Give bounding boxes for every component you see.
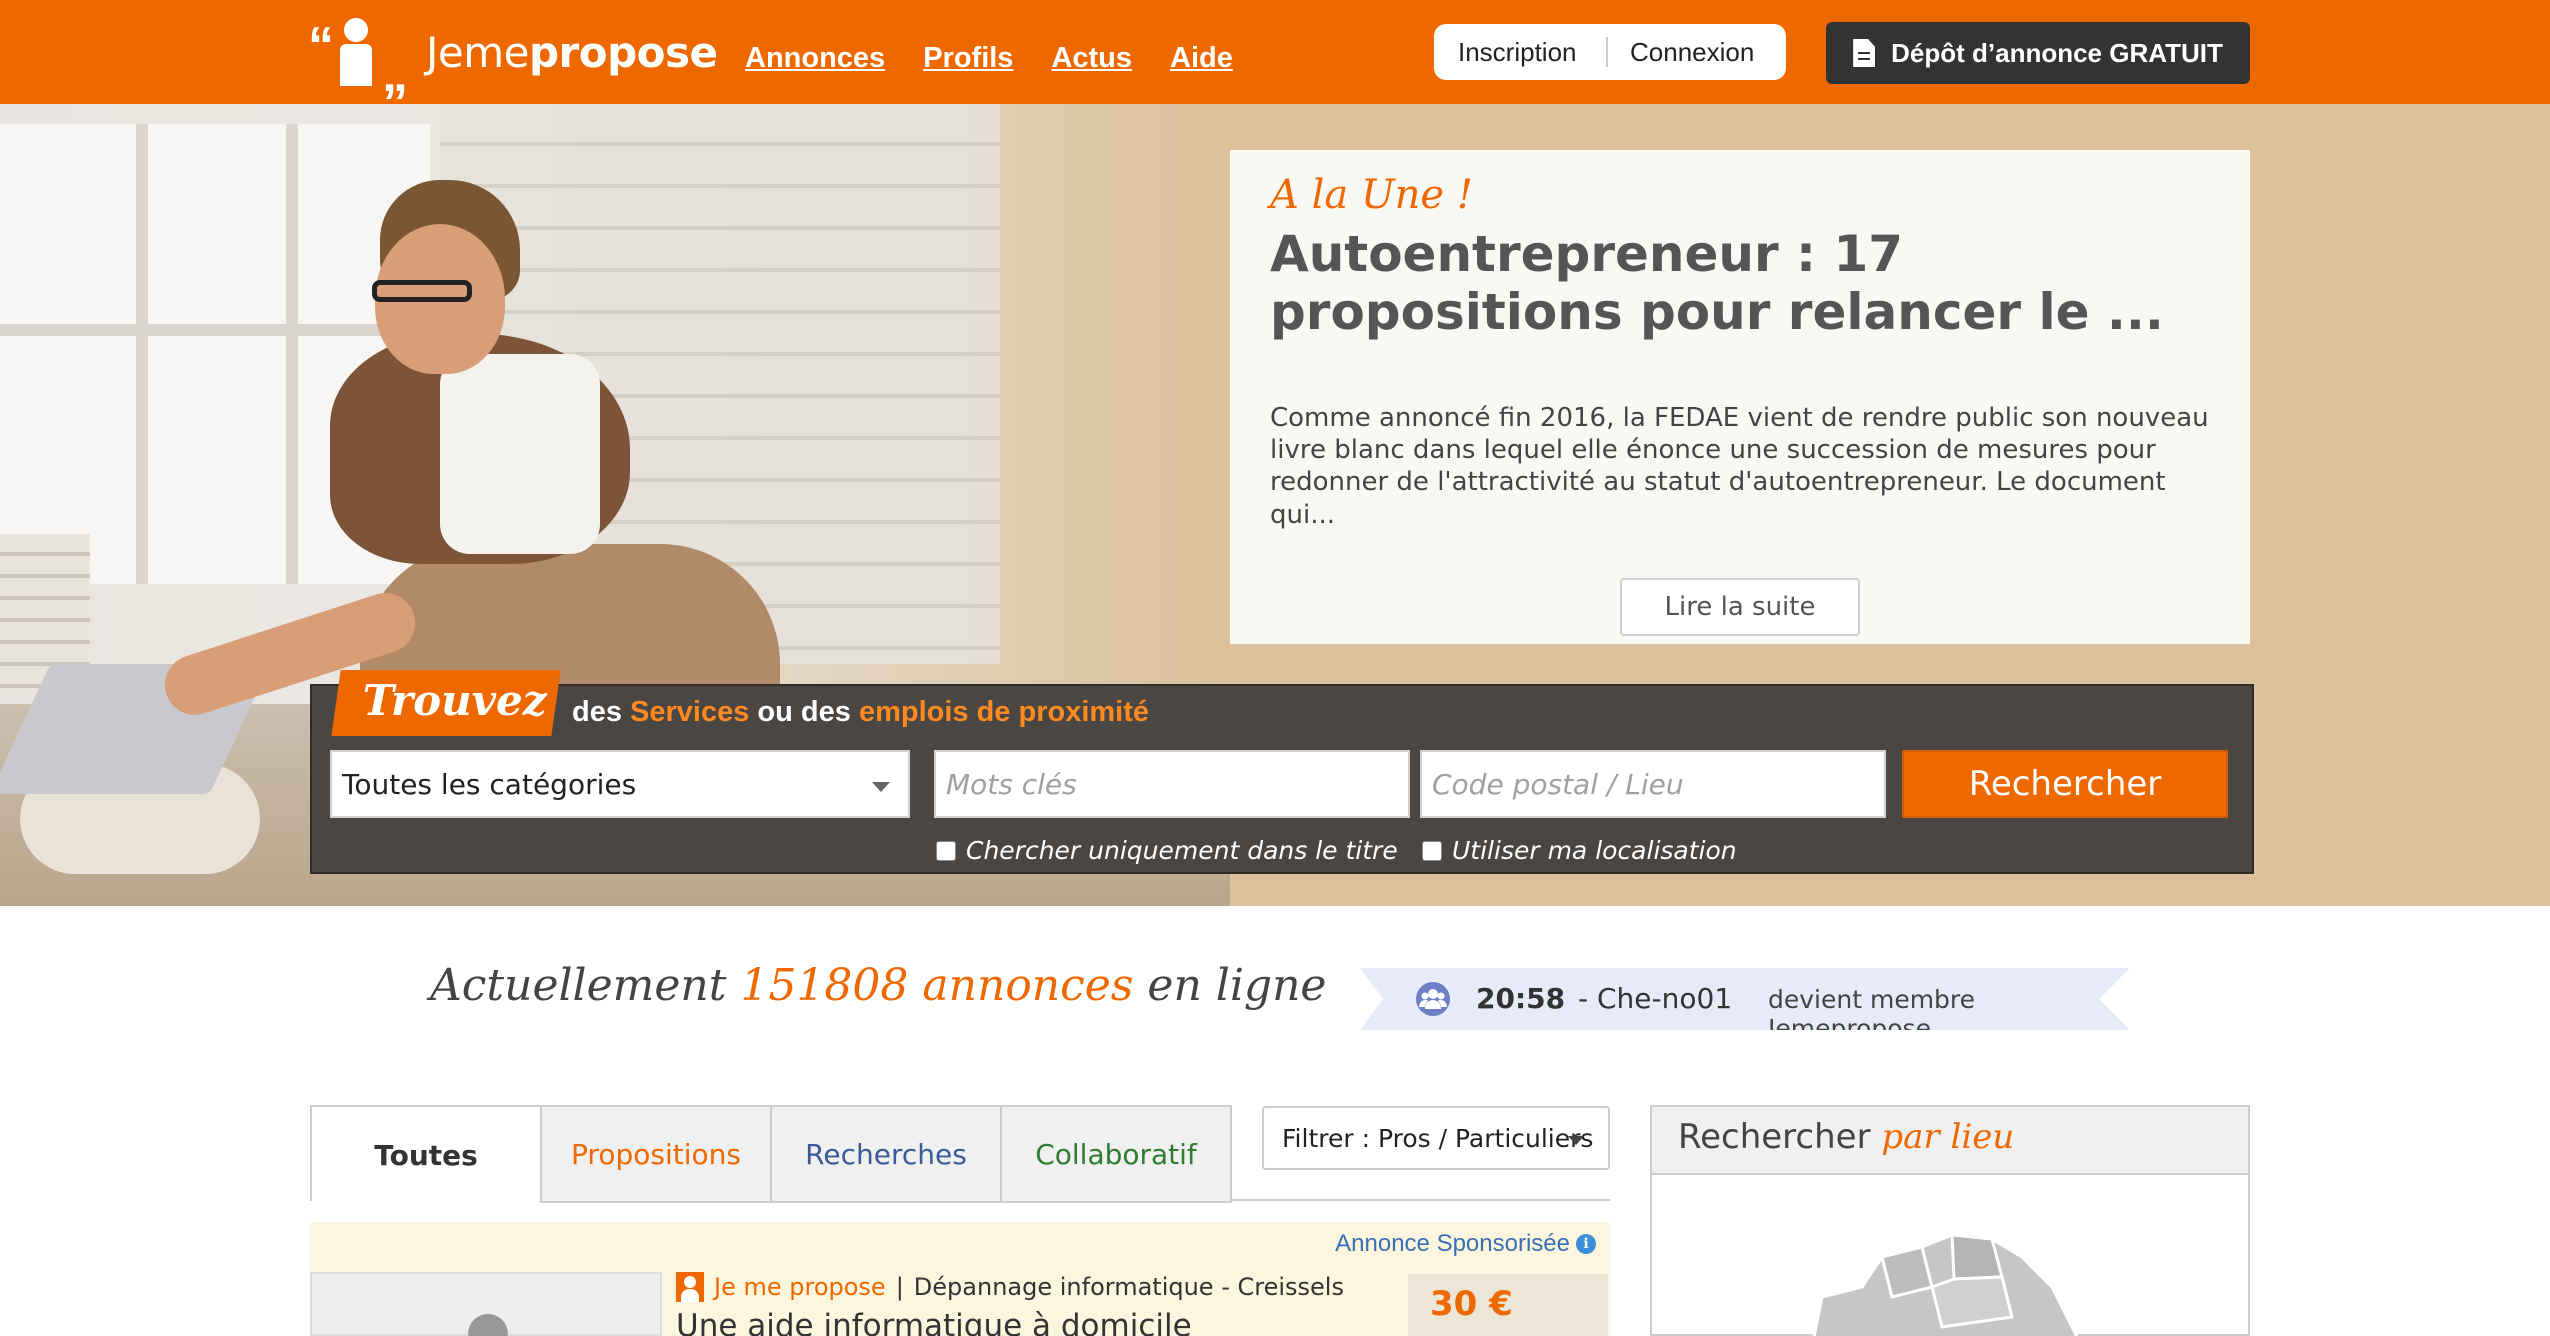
logo-text: Jemepropose: [426, 27, 718, 77]
listing-thumbnail[interactable]: [310, 1272, 662, 1336]
auth-box: Inscription Connexion: [1434, 24, 1786, 80]
ads-count: 151808 annonces: [740, 960, 1134, 1011]
login-link[interactable]: Connexion: [1630, 37, 1754, 68]
location-search-box: Rechercher par lieu: [1650, 1105, 2250, 1336]
chevron-down-icon: [872, 782, 890, 792]
location-input[interactable]: Code postal / Lieu: [1420, 750, 1886, 818]
nav-annonces[interactable]: Annonces: [745, 42, 885, 75]
main-nav: Annonces Profils Actus Aide: [745, 42, 1233, 75]
listing-source[interactable]: Je me propose: [714, 1273, 886, 1301]
logo-person-icon: “„: [308, 17, 408, 103]
tab-divider: [1232, 1199, 1610, 1201]
featured-article: A la Une ! Autoentrepreneur : 17 proposi…: [1230, 150, 2250, 644]
location-placeholder: Code postal / Lieu: [1432, 767, 1684, 801]
tab-collaboratif[interactable]: Collaboratif: [1002, 1107, 1232, 1203]
hero-banner: A la Une ! Autoentrepreneur : 17 proposi…: [0, 104, 2550, 906]
france-map[interactable]: [1692, 1217, 2112, 1336]
info-icon[interactable]: i: [1576, 1234, 1596, 1254]
title-only-label: Chercher uniquement dans le titre: [966, 836, 1398, 865]
location-search-title: Rechercher par lieu: [1652, 1107, 2248, 1175]
listing-meta: Je me propose | Dépannage informatique -…: [676, 1272, 1344, 1302]
post-ad-button[interactable]: Dépôt d’annonce GRATUIT: [1826, 22, 2250, 84]
nav-profils[interactable]: Profils: [923, 42, 1013, 75]
category-select[interactable]: Toutes les catégories: [330, 750, 910, 818]
featured-kicker: A la Une !: [1270, 172, 1473, 218]
listing-category: Dépannage informatique - Creissels: [913, 1273, 1344, 1301]
checkbox-box[interactable]: [1422, 840, 1442, 861]
ticker-message: devient membre Jemepropose: [1768, 985, 1976, 1043]
post-ad-label: Dépôt d’annonce GRATUIT: [1891, 37, 2223, 68]
featured-title[interactable]: Autoentrepreneur : 17 propositions pour …: [1270, 225, 2190, 341]
ticker-time: 20:58: [1476, 982, 1566, 1015]
listing-title[interactable]: Une aide informatique à domicile: [676, 1308, 1192, 1336]
tab-propositions[interactable]: Propositions: [542, 1107, 772, 1203]
title-only-checkbox[interactable]: Chercher uniquement dans le titre: [936, 836, 1398, 865]
read-more-button[interactable]: Lire la suite: [1620, 578, 1860, 636]
signup-link[interactable]: Inscription: [1458, 37, 1577, 68]
nav-aide[interactable]: Aide: [1170, 42, 1233, 75]
filter-label: Filtrer : Pros / Particuliers: [1282, 1123, 1594, 1153]
tab-toutes[interactable]: Toutes: [312, 1107, 542, 1203]
top-bar: “„ Jemepropose Annonces Profils Actus Ai…: [0, 0, 2550, 104]
auth-divider: [1606, 37, 1608, 67]
keywords-placeholder: Mots clés: [946, 767, 1077, 801]
pros-filter-select[interactable]: Filtrer : Pros / Particuliers: [1262, 1106, 1610, 1170]
sponsored-label[interactable]: Annonce Sponsorisée i: [1335, 1230, 1596, 1258]
use-location-label: Utiliser ma localisation: [1452, 836, 1737, 865]
listing-item[interactable]: Annonce Sponsorisée i Je me propose | Dé…: [310, 1222, 1610, 1336]
search-tagline: des Services ou des emplois de proximité: [572, 696, 1150, 728]
users-icon: [1416, 982, 1450, 1016]
activity-ticker: 20:58 - Che-no01 devient membre Jemeprop…: [1360, 968, 2130, 1030]
keywords-input[interactable]: Mots clés: [934, 750, 1410, 818]
tab-recherches[interactable]: Recherches: [772, 1107, 1002, 1203]
search-button[interactable]: Rechercher: [1902, 750, 2228, 818]
use-location-checkbox[interactable]: Utiliser ma localisation: [1422, 836, 1737, 865]
category-value: Toutes les catégories: [342, 767, 637, 801]
search-panel: Trouvez des Services ou des emplois de p…: [310, 670, 2254, 874]
checkbox-box[interactable]: [936, 840, 956, 861]
featured-excerpt: Comme annoncé fin 2016, la FEDAE vient d…: [1270, 403, 2209, 530]
ticker-user[interactable]: - Che-no01: [1578, 982, 1732, 1015]
document-icon: [1853, 39, 1876, 67]
site-logo[interactable]: “„ Jemepropose: [306, 14, 718, 103]
nav-actus[interactable]: Actus: [1051, 42, 1132, 75]
ads-counter: Actuellement 151808 annonces en ligne: [430, 960, 1327, 1011]
chevron-down-icon: [1568, 1136, 1584, 1145]
listing-tabs: Toutes Propositions Recherches Collabora…: [310, 1105, 1232, 1203]
search-badge: Trouvez: [331, 670, 561, 736]
person-icon: [676, 1272, 704, 1302]
listing-price: 30 €: [1408, 1274, 1608, 1336]
